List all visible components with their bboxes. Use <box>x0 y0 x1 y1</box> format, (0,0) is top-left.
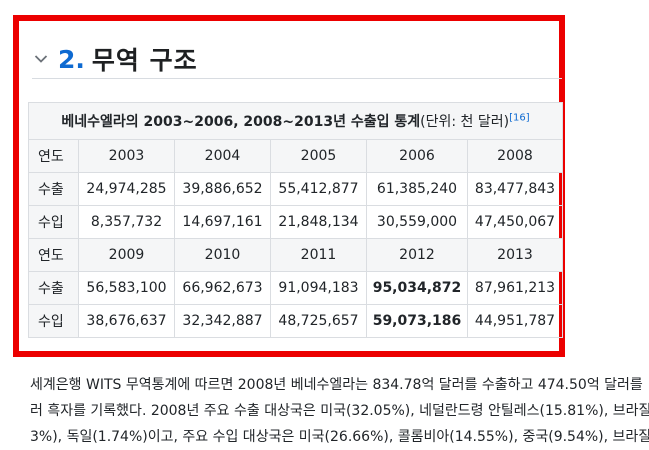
import-cell: 38,676,637 <box>78 304 175 338</box>
section-title: 무역 구조 <box>91 46 198 75</box>
table-row: 연도 2009 2010 2011 2012 2013 <box>28 238 563 272</box>
import-cell: 44,951,787 <box>467 304 563 338</box>
export-cell: 55,412,877 <box>270 172 367 206</box>
export-cell: 91,094,183 <box>270 271 367 305</box>
export-cell: 61,385,240 <box>366 172 468 206</box>
reference-link[interactable]: [16] <box>509 112 530 123</box>
table-caption: 베네수엘라의 2003~2006, 2008~2013년 수출입 통계(단위: … <box>28 102 563 140</box>
year-cell: 2010 <box>174 238 271 272</box>
year-cell: 2011 <box>270 238 367 272</box>
import-cell: 30,559,000 <box>366 205 468 239</box>
table-row: 수입 38,676,637 32,342,887 48,725,657 59,0… <box>28 304 563 338</box>
year-cell: 2003 <box>78 139 175 173</box>
year-cell: 2009 <box>78 238 175 272</box>
export-cell: 24,974,285 <box>78 172 175 206</box>
body-paragraph: 세계은행 WITS 무역통계에 따르면 2008년 베네수엘라는 834.78억… <box>30 372 649 450</box>
row-label-year: 연도 <box>28 238 79 272</box>
year-cell: 2013 <box>467 238 563 272</box>
section-number: 2. <box>58 44 85 74</box>
table-row: 연도 2003 2004 2005 2006 2008 <box>28 139 563 173</box>
year-cell: 2006 <box>366 139 468 173</box>
export-cell: 83,477,843 <box>467 172 563 206</box>
paragraph-line: 세계은행 WITS 무역통계에 따르면 2008년 베네수엘라는 834.78억… <box>30 377 643 393</box>
import-cell: 14,697,161 <box>174 205 271 239</box>
section-heading[interactable]: 2. 무역 구조 <box>32 40 562 79</box>
export-cell: 39,886,652 <box>174 172 271 206</box>
export-cell: 66,962,673 <box>174 271 271 305</box>
row-label-export: 수출 <box>28 271 79 305</box>
year-cell: 2012 <box>366 238 468 272</box>
import-cell: 59,073,186 <box>366 304 468 338</box>
trade-statistics-table: 베네수엘라의 2003~2006, 2008~2013년 수출입 통계(단위: … <box>28 102 563 338</box>
import-cell: 21,848,134 <box>270 205 367 239</box>
export-cell: 87,961,213 <box>467 271 563 305</box>
import-cell: 32,342,887 <box>174 304 271 338</box>
paragraph-line: 3%), 독일(1.74%)이고, 주요 수입 대상국은 미국(26.66%),… <box>30 429 649 445</box>
import-cell: 48,725,657 <box>270 304 367 338</box>
row-label-import: 수입 <box>28 304 79 338</box>
export-cell: 56,583,100 <box>78 271 175 305</box>
table-row: 수입 8,357,732 14,697,161 21,848,134 30,55… <box>28 205 563 239</box>
table-row: 수출 24,974,285 39,886,652 55,412,877 61,3… <box>28 172 563 206</box>
paragraph-line: 러 흑자를 기록했다. 2008년 주요 수출 대상국은 미국(32.05%),… <box>30 403 649 419</box>
table-caption-unit: (단위: 천 달러) <box>420 114 510 130</box>
export-cell: 95,034,872 <box>366 271 468 305</box>
import-cell: 47,450,067 <box>467 205 563 239</box>
year-cell: 2008 <box>467 139 563 173</box>
row-label-import: 수입 <box>28 205 79 239</box>
table-row: 수출 56,583,100 66,962,673 91,094,183 95,0… <box>28 271 563 305</box>
chevron-down-icon[interactable] <box>32 50 50 68</box>
table-caption-title: 베네수엘라의 2003~2006, 2008~2013년 수출입 통계 <box>61 114 421 130</box>
year-cell: 2004 <box>174 139 271 173</box>
import-cell: 8,357,732 <box>78 205 175 239</box>
row-label-year: 연도 <box>28 139 79 173</box>
row-label-export: 수출 <box>28 172 79 206</box>
year-cell: 2005 <box>270 139 367 173</box>
